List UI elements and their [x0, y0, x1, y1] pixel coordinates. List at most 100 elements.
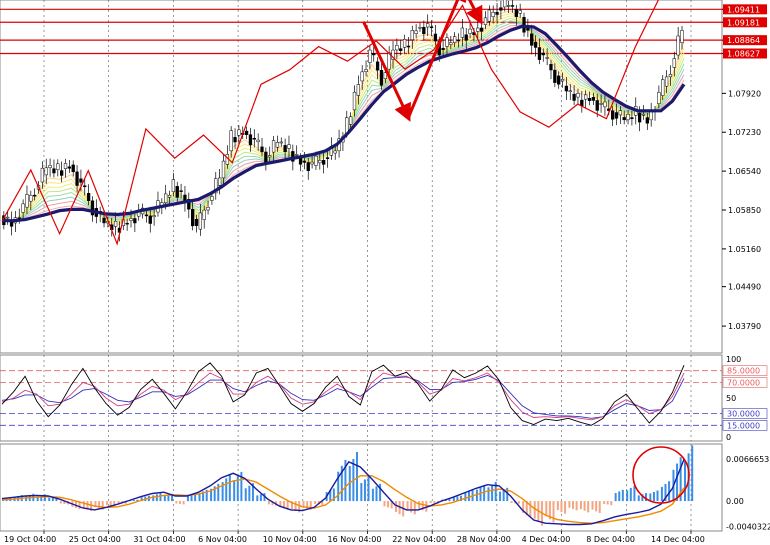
- candle-body: [422, 26, 426, 35]
- macd-histogram-bar: [383, 501, 386, 507]
- candle-body: [175, 186, 179, 198]
- candle-body: [479, 27, 484, 32]
- candle-body: [610, 110, 615, 120]
- candle-body: [40, 167, 45, 183]
- candle-body: [426, 23, 430, 28]
- candle-body: [406, 45, 411, 48]
- macd-histogram-bar: [491, 484, 494, 502]
- candle-body: [202, 209, 206, 220]
- candle-body: [86, 193, 91, 201]
- candle-body: [476, 27, 480, 32]
- candle-body: [645, 117, 649, 124]
- candle-body: [198, 212, 203, 230]
- candle-body: [52, 168, 56, 174]
- macd-histogram-bar: [225, 478, 228, 502]
- candle-body: [468, 28, 472, 34]
- candle-body: [514, 9, 518, 17]
- macd-histogram-bar: [487, 487, 490, 502]
- macd-histogram-bar: [598, 501, 601, 514]
- candle-body: [568, 90, 572, 92]
- candle-body: [210, 196, 214, 201]
- candle-body: [6, 216, 10, 219]
- macd-histogram-bar: [233, 480, 236, 502]
- candle-body: [83, 185, 87, 188]
- price-axis-label: 1.07230: [728, 128, 761, 137]
- candle-body: [33, 194, 37, 197]
- osc-axis-label: 50: [726, 394, 736, 403]
- macd-histogram-bar: [117, 501, 120, 503]
- macd-histogram-bar: [387, 501, 390, 508]
- macd-histogram-bar: [406, 501, 409, 511]
- candle-body: [618, 110, 622, 116]
- macd-histogram-bar: [178, 501, 181, 504]
- osc-axis-label: 0: [726, 433, 731, 442]
- macd-histogram-bar: [510, 501, 513, 503]
- macd-histogram-bar: [106, 501, 109, 505]
- macd-histogram-bar: [483, 485, 486, 502]
- candle-body: [414, 30, 418, 34]
- x-axis-label: 8 Dec 04:00: [586, 535, 635, 544]
- candle-body: [167, 194, 172, 198]
- macd-axis-label: -0.0040322: [726, 523, 770, 532]
- candle-body: [360, 71, 364, 82]
- candle-body: [171, 179, 176, 193]
- candle-body: [545, 57, 549, 59]
- candle-body: [252, 137, 256, 140]
- macd-histogram-bar: [464, 492, 467, 502]
- candle-body: [25, 194, 29, 208]
- macd-histogram-bar: [152, 495, 155, 502]
- macd-histogram-bar: [379, 483, 382, 502]
- candle-body: [375, 61, 380, 71]
- candle-body: [441, 48, 445, 51]
- macd-histogram-bar: [228, 474, 231, 502]
- macd-histogram-bar: [579, 501, 582, 510]
- candle-body: [661, 79, 665, 96]
- candle-body: [44, 167, 48, 176]
- candle-body: [194, 218, 199, 226]
- candle-body: [595, 100, 599, 111]
- candle-body: [206, 207, 210, 211]
- candle-body: [549, 63, 553, 71]
- candle-body: [133, 218, 137, 224]
- candle-body: [510, 5, 515, 7]
- macd-histogram-bar: [587, 501, 590, 513]
- candle-body: [676, 35, 680, 56]
- x-axis-label: 25 Oct 04:00: [69, 535, 121, 544]
- x-axis-label: 31 Oct 04:00: [133, 535, 185, 544]
- macd-histogram-bar: [595, 501, 598, 512]
- candle-body: [306, 162, 310, 171]
- macd-axis-label: 0.00: [726, 497, 744, 506]
- candle-body: [125, 222, 129, 225]
- macd-histogram-bar: [186, 495, 189, 502]
- candle-body: [664, 76, 669, 87]
- candle-body: [295, 154, 299, 156]
- forex-chart: 1.094111.086271.099021.091811.088641.079…: [0, 0, 770, 544]
- macd-histogram-bar: [371, 488, 374, 502]
- candle-body: [533, 41, 538, 48]
- candle-body: [229, 130, 233, 152]
- candle-body: [445, 37, 449, 47]
- candle-body: [456, 39, 461, 42]
- candle-body: [564, 85, 569, 92]
- candle-body: [637, 112, 642, 123]
- candle-body: [399, 48, 403, 51]
- candle-body: [499, 7, 503, 11]
- candle-body: [541, 52, 545, 56]
- x-axis-label: 4 Dec 04:00: [522, 535, 571, 544]
- candle-body: [164, 193, 168, 203]
- macd-histogram-bar: [182, 501, 185, 505]
- candle-body: [572, 93, 576, 101]
- macd-histogram-bar: [190, 494, 193, 502]
- osc-level-label: 15.0000: [727, 421, 760, 430]
- macd-histogram-bar: [656, 490, 659, 502]
- price-level-label: 1.08627: [727, 50, 760, 59]
- x-axis-label: 6 Nov 04:00: [198, 535, 247, 544]
- macd-histogram-bar: [267, 501, 270, 505]
- x-axis-label: 14 Dec 04:00: [651, 535, 705, 544]
- macd-histogram-bar: [259, 494, 262, 502]
- osc-level-label: 30.0000: [727, 410, 760, 419]
- macd-histogram-bar: [314, 501, 317, 504]
- candle-body: [283, 145, 287, 152]
- candle-body: [287, 144, 291, 149]
- candle-body: [657, 92, 661, 104]
